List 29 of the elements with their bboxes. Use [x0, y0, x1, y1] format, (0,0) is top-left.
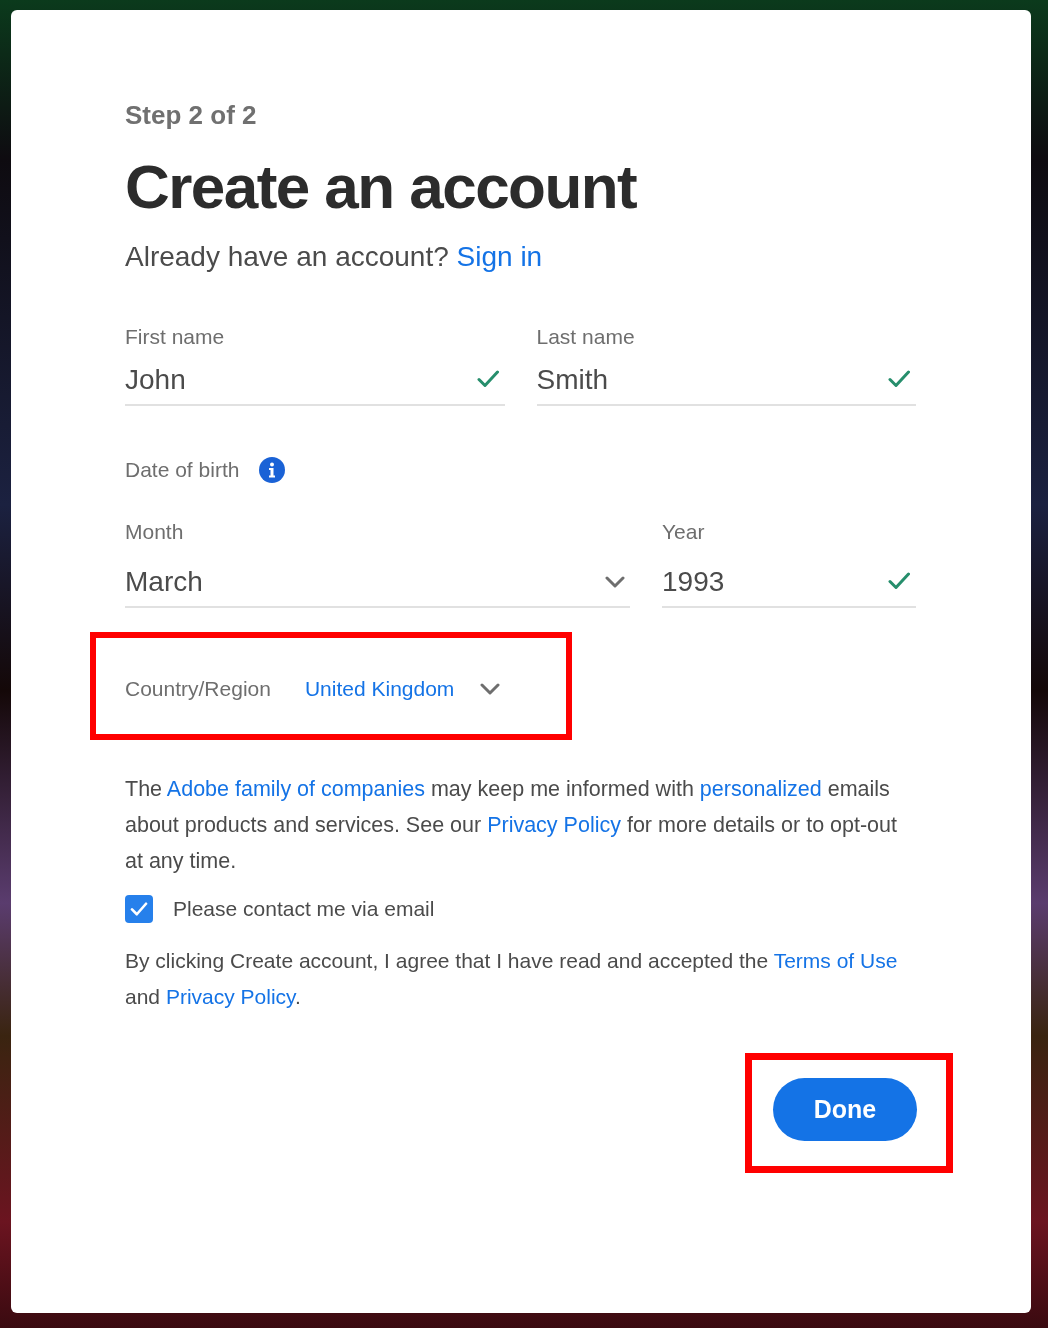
text-link[interactable]: Terms of Use [773, 949, 898, 972]
text-link[interactable]: personalized [699, 777, 822, 801]
field-label: First name [125, 324, 226, 350]
check-icon [130, 902, 148, 916]
checkbox[interactable] [125, 895, 153, 923]
field-label: Year [662, 519, 706, 545]
step-indicator: Step 2 of 2 [125, 99, 258, 131]
text-link[interactable]: Adobe family of companies [166, 777, 425, 801]
month-dropdown[interactable]: March [125, 558, 630, 608]
field-label: Last name [536, 324, 636, 350]
text-link[interactable]: Privacy Policy [165, 985, 295, 1008]
chevron-down-icon [480, 683, 501, 695]
field-label: Country/Region [125, 676, 271, 702]
text-link[interactable]: Privacy Policy [487, 813, 621, 837]
info-icon[interactable] [259, 457, 286, 483]
checkbox-label: Please contact me via email [173, 896, 435, 922]
sign-in-link[interactable]: Sign in [456, 241, 543, 272]
marketing-notice: The Adobe family of companies may keep me informed with personalized emails about products and services. See our Privacy Policy for more details or to opt-out at any time. [125, 776, 898, 875]
text-field[interactable]: John [125, 356, 505, 406]
chevron-down-icon [605, 576, 625, 588]
text-field[interactable]: Smith [536, 356, 916, 406]
field-label: Month [125, 519, 185, 545]
page-title: Create an account [125, 151, 638, 223]
country-dropdown[interactable]: United Kingdom [304, 675, 501, 703]
terms-notice: By clicking Create account, I agree that I have read and accepted the Terms of Use and Privacy Policy. [125, 948, 899, 1010]
section-label: Date of birth [125, 457, 240, 483]
done-button[interactable]: Done [773, 1078, 917, 1141]
sign-in-prompt: Already have an account? Sign in [125, 240, 544, 274]
text-field[interactable]: 1993 [662, 558, 916, 608]
